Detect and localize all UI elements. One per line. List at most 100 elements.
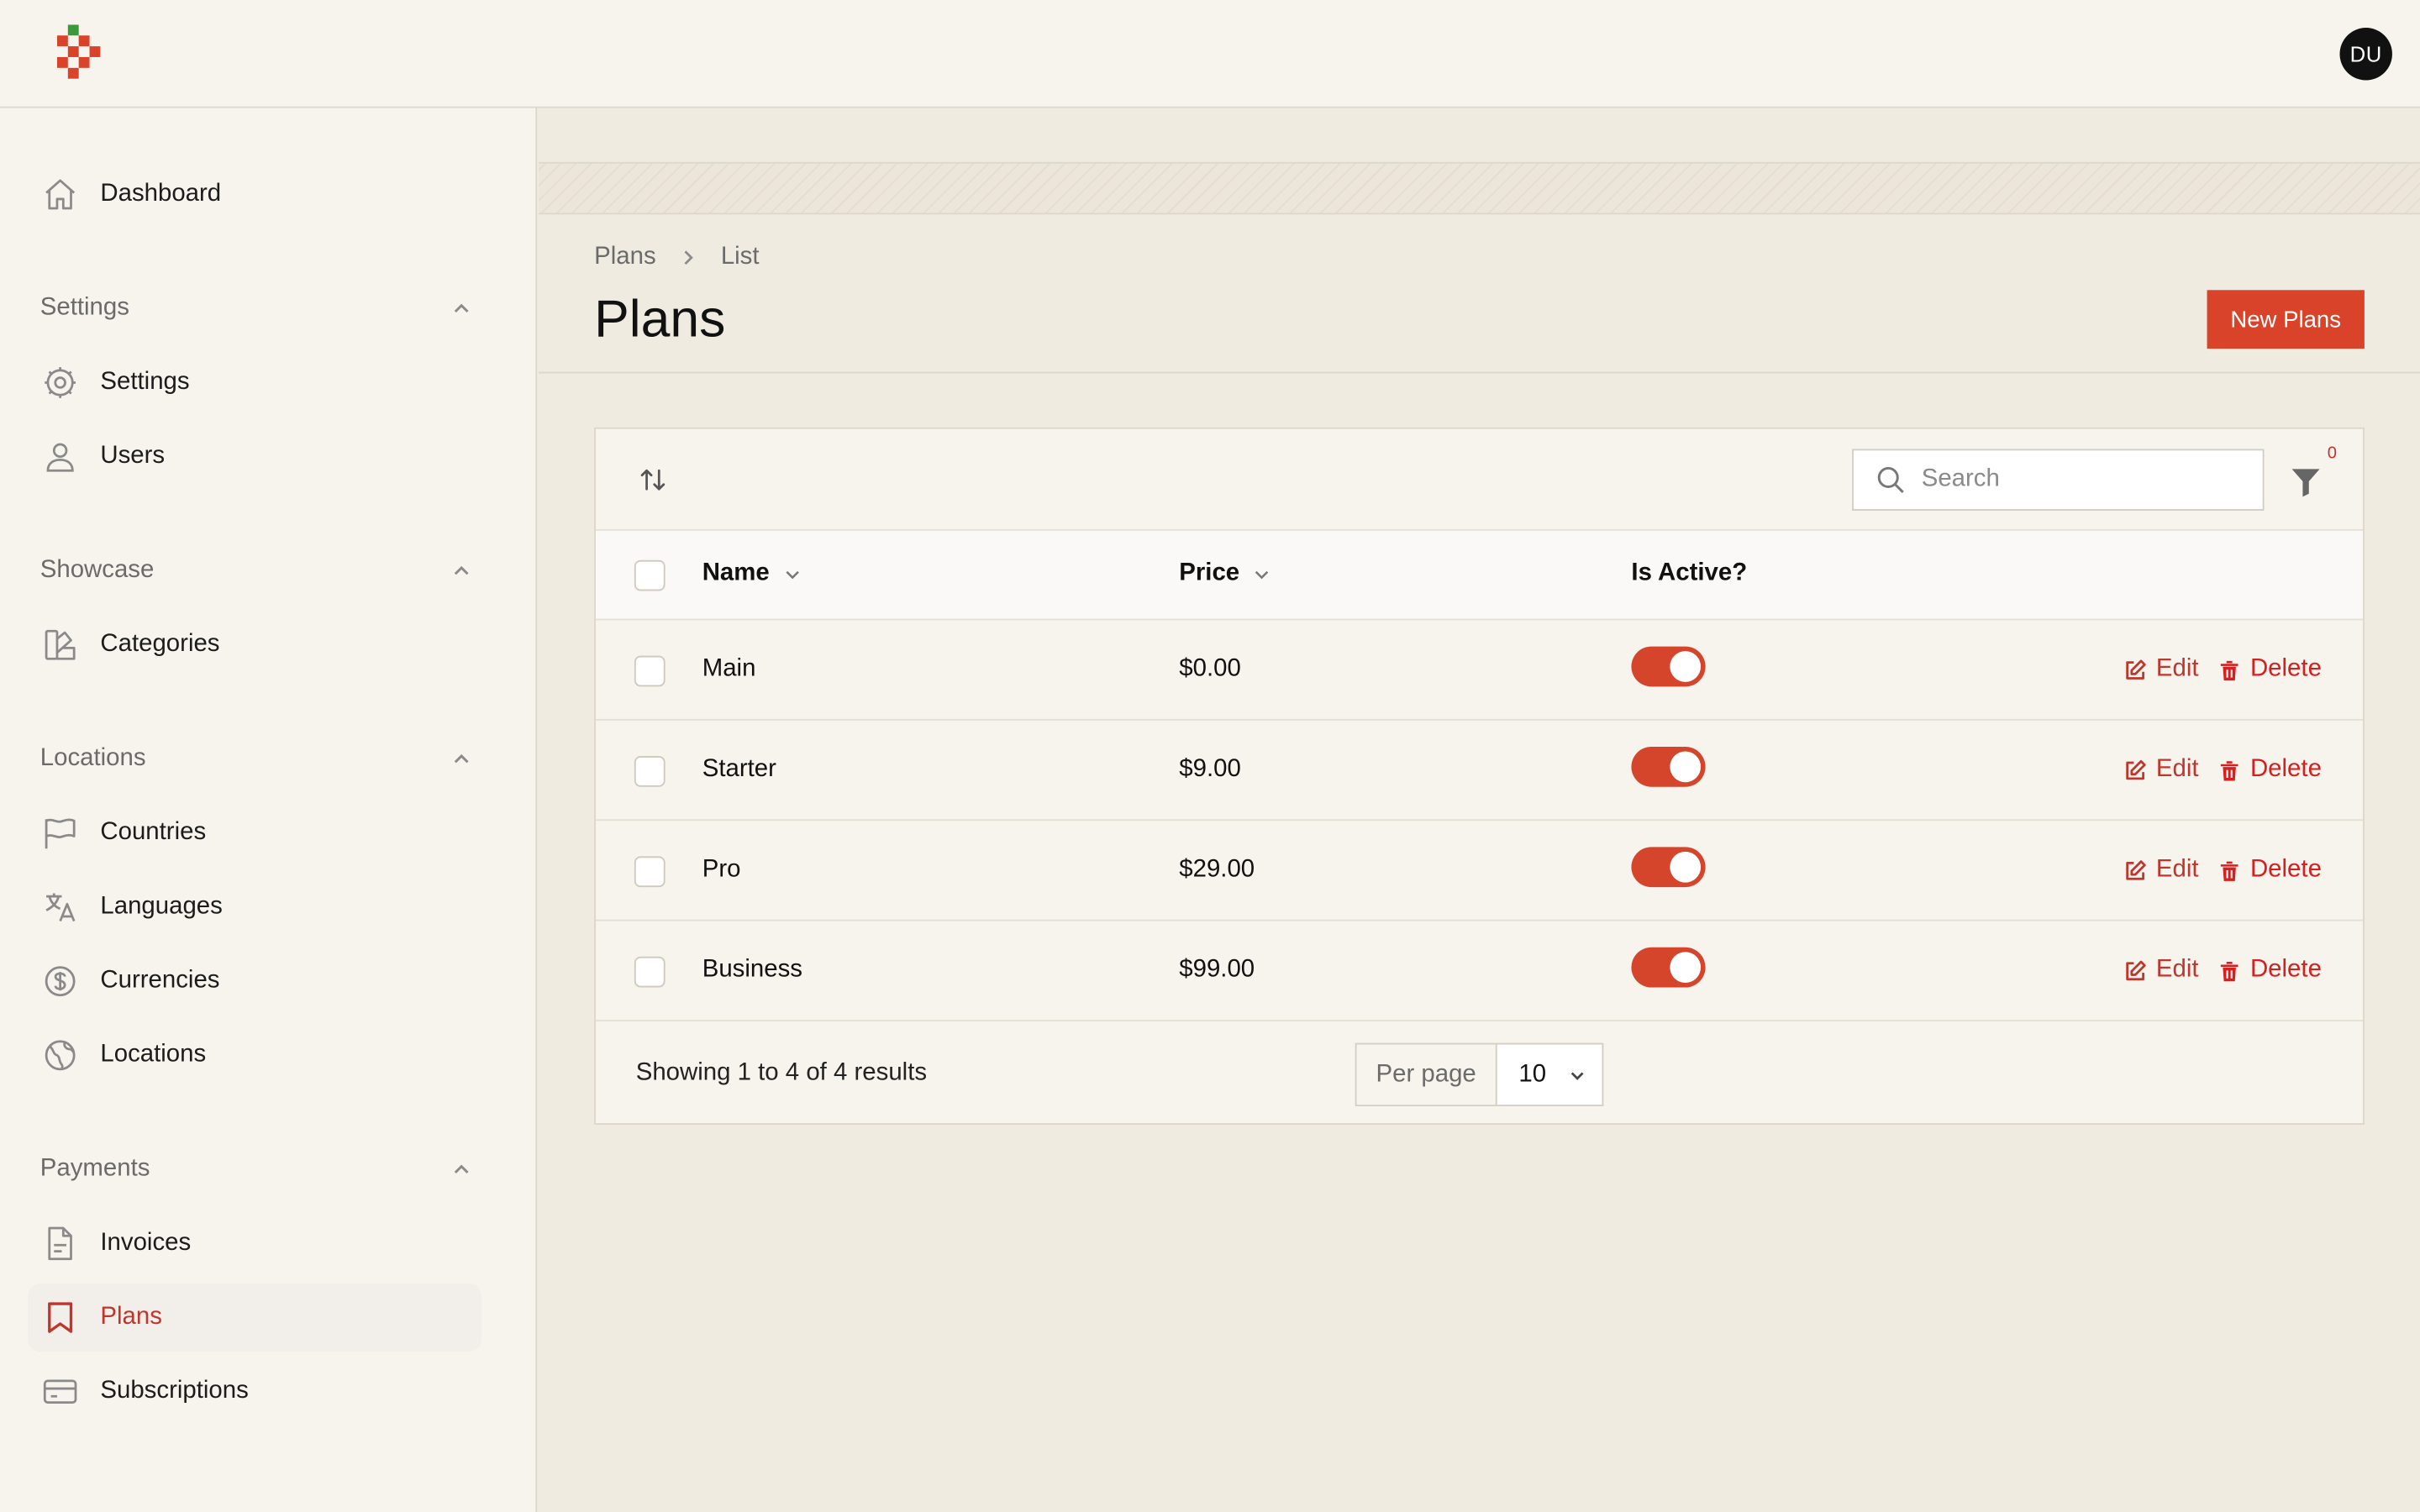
- row-checkbox[interactable]: [634, 856, 666, 888]
- table-row: Main $0.00 Edit Delete: [595, 620, 2364, 721]
- search-box: [1852, 449, 2265, 511]
- new-plans-button[interactable]: New Plans: [2207, 290, 2365, 349]
- per-page-dropdown[interactable]: 10: [1497, 1044, 1602, 1105]
- chevron-down-icon: [785, 570, 799, 579]
- cell-name: Business: [702, 956, 802, 983]
- breadcrumb-plans[interactable]: Plans: [594, 244, 656, 271]
- search-icon: [1877, 466, 1904, 493]
- sidebar-group-payments[interactable]: Payments: [40, 1151, 472, 1188]
- chevron-up-icon: [454, 753, 469, 764]
- edit-button[interactable]: Edit: [2123, 856, 2199, 884]
- is-active-toggle[interactable]: [1631, 646, 1706, 687]
- sidebar-item-categories[interactable]: Categories: [28, 611, 481, 679]
- toggle-knob: [1670, 952, 1702, 983]
- sidebar-group-settings[interactable]: Settings: [40, 290, 472, 327]
- sidebar-item-label: Currencies: [100, 967, 220, 994]
- user-avatar[interactable]: DU: [2339, 28, 2392, 81]
- filter-icon[interactable]: [2287, 463, 2324, 500]
- sidebar-item-label: Invoices: [100, 1229, 192, 1257]
- cell-price: $29.00: [1179, 856, 1255, 883]
- toggle-knob: [1670, 651, 1702, 682]
- group-label: Payments: [39, 1155, 150, 1182]
- column-header-name[interactable]: Name: [702, 560, 802, 588]
- breadcrumb-list[interactable]: List: [721, 244, 760, 271]
- row-checkbox[interactable]: [634, 756, 666, 787]
- sidebar: Dashboard Settings Settings Users Showca…: [0, 108, 538, 1512]
- sidebar-item-label: Locations: [100, 1041, 207, 1068]
- edit-icon: [2126, 859, 2146, 879]
- column-label: Is Active?: [1631, 559, 1748, 586]
- chevron-up-icon: [454, 565, 469, 575]
- page-header: Plans List Plans New Plans: [539, 216, 2420, 374]
- page-title: Plans: [594, 290, 726, 349]
- edit-button[interactable]: Edit: [2123, 957, 2199, 984]
- row-checkbox[interactable]: [634, 956, 666, 988]
- is-active-toggle[interactable]: [1631, 947, 1706, 988]
- chevron-up-icon: [454, 1164, 469, 1173]
- delete-button[interactable]: Delete: [2217, 856, 2322, 884]
- sidebar-item-invoices[interactable]: Invoices: [28, 1210, 481, 1278]
- trash-icon: [2220, 860, 2238, 880]
- select-all-checkbox[interactable]: [634, 559, 666, 591]
- is-active-toggle[interactable]: [1631, 847, 1706, 888]
- swatch-icon: [42, 627, 79, 664]
- sidebar-item-countries[interactable]: Countries: [28, 799, 481, 867]
- group-label: Settings: [39, 294, 129, 322]
- delete-button[interactable]: Delete: [2217, 656, 2322, 684]
- chevron-right-icon: [684, 250, 693, 265]
- cell-name: Starter: [702, 756, 776, 783]
- edit-button[interactable]: Edit: [2123, 756, 2199, 784]
- logo-icon[interactable]: [56, 24, 105, 83]
- delete-label: Delete: [2249, 956, 2322, 983]
- table-row: Pro $29.00 Edit Delete: [595, 821, 2364, 921]
- row-checkbox[interactable]: [634, 655, 666, 687]
- sidebar-item-settings[interactable]: Settings: [28, 349, 481, 417]
- group-label: Locations: [39, 745, 146, 772]
- sidebar-group-showcase[interactable]: Showcase: [40, 553, 472, 590]
- search-input[interactable]: [1921, 465, 2246, 494]
- language-icon: [42, 889, 79, 926]
- is-active-toggle[interactable]: [1631, 746, 1706, 787]
- cell-price: $9.00: [1179, 756, 1241, 783]
- sidebar-item-languages[interactable]: Languages: [28, 874, 481, 942]
- app-root: DU Dashboard Settings Settings Users Sho…: [0, 0, 2420, 1512]
- edit-icon: [2126, 959, 2146, 980]
- sidebar-item-subscriptions[interactable]: Subscriptions: [28, 1357, 481, 1425]
- main-content: Plans List Plans New Plans 0 Name: [539, 108, 2420, 1512]
- chevron-down-icon: [1255, 570, 1269, 579]
- delete-label: Delete: [2249, 856, 2322, 883]
- filter-count-badge: 0: [2327, 444, 2338, 464]
- table-row: Business $99.00 Edit Delete: [595, 921, 2364, 1021]
- edit-label: Edit: [2155, 756, 2199, 783]
- sidebar-item-currencies[interactable]: Currencies: [28, 948, 481, 1016]
- delete-button[interactable]: Delete: [2217, 756, 2322, 784]
- edit-button[interactable]: Edit: [2123, 655, 2199, 684]
- sidebar-group-locations[interactable]: Locations: [40, 741, 472, 778]
- toggle-knob: [1670, 751, 1702, 783]
- edit-icon: [2126, 759, 2146, 780]
- toggle-knob: [1670, 851, 1702, 883]
- top-bar: DU: [0, 0, 2420, 108]
- user-icon: [42, 438, 79, 475]
- edit-label: Edit: [2155, 856, 2199, 883]
- column-header-price[interactable]: Price: [1179, 560, 1271, 588]
- sidebar-item-users[interactable]: Users: [28, 423, 481, 491]
- gear-icon: [42, 364, 79, 401]
- sidebar-item-label: Subscriptions: [100, 1378, 249, 1404]
- credit-card-icon: [42, 1373, 79, 1410]
- sidebar-item-locations[interactable]: Locations: [28, 1021, 481, 1089]
- group-label: Showcase: [39, 557, 155, 584]
- table-row: Starter $9.00 Edit Delete: [595, 721, 2364, 822]
- sidebar-item-label: Dashboard: [100, 180, 222, 207]
- trash-icon: [2220, 659, 2238, 680]
- delete-label: Delete: [2249, 655, 2322, 682]
- sidebar-item-plans[interactable]: Plans: [28, 1284, 482, 1352]
- sidebar-item-dashboard[interactable]: Dashboard: [28, 160, 481, 228]
- delete-label: Delete: [2249, 756, 2322, 783]
- edit-label: Edit: [2155, 655, 2199, 682]
- delete-button[interactable]: Delete: [2217, 957, 2322, 984]
- sort-icon[interactable]: [638, 465, 669, 496]
- cell-name: Pro: [702, 856, 741, 883]
- table-header: Name Price Is Active?: [595, 530, 2364, 621]
- results-summary: Showing 1 to 4 of 4 results: [635, 1059, 928, 1087]
